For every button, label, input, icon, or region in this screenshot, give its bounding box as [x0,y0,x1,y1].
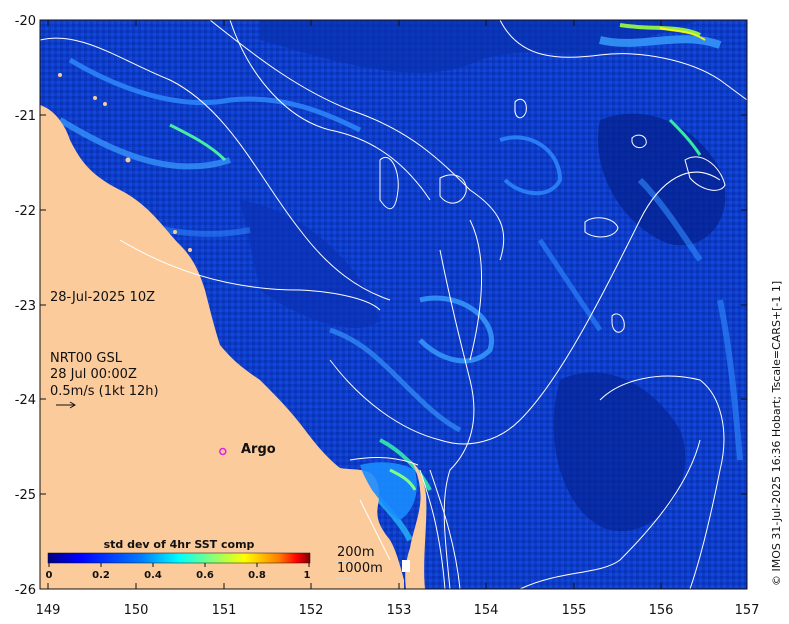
island [58,73,62,77]
current-time-label: 28 Jul 00:00Z [50,367,137,382]
sst-map-figure: 149 150 151 152 153 154 155 156 157 -20 … [0,0,789,624]
y-tick-label: -22 [15,204,36,219]
colorbar [47,552,311,564]
product-label: NRT00 GSL [50,351,123,366]
y-tick-label: -25 [15,488,36,503]
argo-label: Argo [241,442,276,457]
island [93,96,97,100]
island [103,102,107,106]
credit-text: © IMOS 31-Jul-2025 16:36 Hobart; Tscale=… [770,281,783,586]
colorbar-tick-label: 0.4 [144,570,162,581]
map-datetime: 28-Jul-2025 10Z [50,290,155,305]
x-tick-label: 153 [387,603,412,618]
x-tick-label: 151 [212,603,237,618]
island [188,248,192,252]
isobath-1000-label: 1000m [337,561,383,576]
sst-filament [599,35,722,49]
vector-scale-label: 0.5m/s (1kt 12h) [50,384,159,399]
x-tick-label: 154 [474,603,499,618]
island [125,157,131,163]
y-tick-label: -26 [15,583,36,598]
x-tick-label: 150 [124,603,149,618]
x-tick-label: 156 [649,603,674,618]
x-tick-label: 152 [299,603,324,618]
y-tick-label: -23 [15,299,36,314]
x-tick-label: 149 [36,603,61,618]
y-tick-label: -24 [15,393,36,408]
island [173,230,177,234]
mask-gap [402,560,410,572]
x-tick-label: 157 [735,603,760,618]
colorbar-title: std dev of 4hr SST comp [104,538,255,551]
colorbar-tick-label: 0.6 [196,570,214,581]
isobath-200-label: 200m [337,545,374,560]
colorbar-tick-label: 0 [46,570,53,581]
colorbar-tick-label: 0.8 [248,570,266,581]
y-tick-label: -20 [15,14,36,29]
x-tick-label: 155 [562,603,587,618]
map-svg: 149 150 151 152 153 154 155 156 157 -20 … [15,14,783,618]
y-tick-label: -21 [15,109,36,124]
colorbar-tick-label: 1 [304,570,311,581]
colorbar-tick-label: 0.2 [92,570,110,581]
